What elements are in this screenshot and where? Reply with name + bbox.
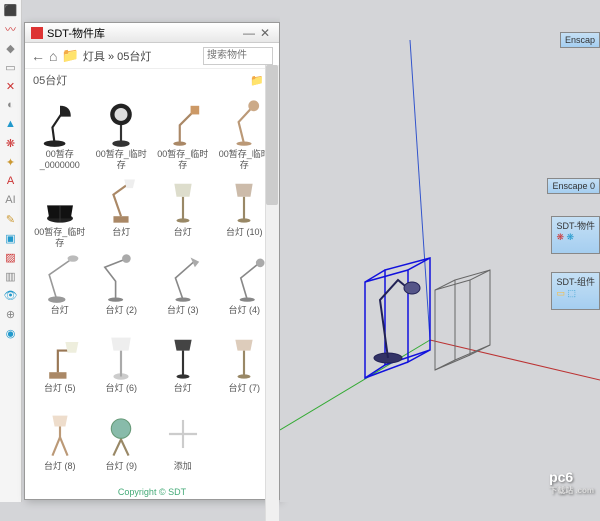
- component-thumbnail: [156, 407, 210, 461]
- component-thumbnail: [94, 95, 148, 149]
- category-row: 05台灯 📁 +: [25, 69, 279, 91]
- component-thumbnail: [217, 95, 271, 149]
- tool-icon[interactable]: 〰: [3, 21, 19, 37]
- tool-icon[interactable]: ✦: [3, 154, 19, 170]
- component-label: 台灯: [155, 227, 211, 249]
- panel-title: SDT-物件库: [47, 25, 241, 41]
- tool-icon[interactable]: ▭: [3, 59, 19, 75]
- main-toolbar-left: ⬛ 〰 ◆ ▭ ✕ ◐ ▲ ❋ ✦ A AI ✎ ▣ ▨ ▥ 👁 ⊕ ◉: [0, 0, 22, 502]
- component-cell[interactable]: 台灯: [31, 251, 89, 327]
- component-cell[interactable]: 00暂存_临时存: [31, 173, 89, 249]
- component-label: 台灯 (10): [216, 227, 272, 249]
- breadcrumb: 灯具 » 05台灯: [83, 48, 199, 64]
- tool-icon[interactable]: 👁: [3, 287, 19, 303]
- component-cell[interactable]: 00暂存_0000000: [31, 95, 89, 171]
- category-label: 05台灯: [33, 72, 67, 88]
- tool-icon[interactable]: ◉: [3, 325, 19, 341]
- component-label: 台灯 (2): [93, 305, 149, 327]
- component-label: 台灯 (3): [155, 305, 211, 327]
- component-cell[interactable]: 台灯 (2): [93, 251, 151, 327]
- thumbnail-grid: 00暂存_000000000暂存_临时存00暂存_临时存00暂存_临时存00暂存…: [25, 91, 279, 471]
- back-button[interactable]: ←: [31, 48, 45, 64]
- component-thumbnail: [33, 95, 87, 149]
- component-label: 台灯 (6): [93, 383, 149, 405]
- component-thumbnail: [156, 329, 210, 383]
- component-cell[interactable]: 台灯: [93, 173, 151, 249]
- component-thumbnail: [217, 329, 271, 383]
- tool-icon[interactable]: ▲: [3, 116, 19, 132]
- component-label: 00暂存_临时存: [32, 227, 88, 249]
- tool-icon[interactable]: ◆: [3, 40, 19, 56]
- close-button[interactable]: ✕: [257, 26, 273, 40]
- component-thumbnail: [33, 407, 87, 461]
- search-input[interactable]: [203, 47, 273, 65]
- component-label: 00暂存_临时存: [155, 149, 211, 171]
- component-cell[interactable]: 台灯 (6): [93, 329, 151, 405]
- side-tab[interactable]: SDT-物件❋ ❋: [551, 216, 600, 254]
- side-tab[interactable]: Enscap: [560, 32, 600, 48]
- component-thumbnail: [33, 251, 87, 305]
- component-label: 00暂存_临时存: [216, 149, 272, 171]
- tool-icon[interactable]: ◐: [3, 97, 19, 113]
- component-label: 台灯: [155, 383, 211, 405]
- component-label: 台灯 (4): [216, 305, 272, 327]
- component-thumbnail: [94, 407, 148, 461]
- component-thumbnail: [217, 251, 271, 305]
- component-label: 台灯: [93, 227, 149, 249]
- component-cell[interactable]: 台灯: [154, 329, 212, 405]
- component-label: 台灯 (8): [32, 461, 88, 471]
- component-label: 00暂存_0000000: [32, 149, 88, 171]
- component-thumbnail: [217, 173, 271, 227]
- side-tab[interactable]: Enscape 0: [547, 178, 600, 194]
- tool-icon[interactable]: ▨: [3, 249, 19, 265]
- component-cell[interactable]: 台灯 (9): [93, 407, 151, 471]
- home-icon[interactable]: ⌂: [49, 48, 57, 64]
- tool-icon[interactable]: A: [3, 173, 19, 189]
- watermark: pc6下载站 .com: [549, 469, 594, 496]
- component-label: 添加: [155, 461, 211, 471]
- panel-titlebar: SDT-物件库 — ✕: [25, 23, 279, 43]
- component-thumbnail: [156, 173, 210, 227]
- tool-icon[interactable]: ❋: [3, 135, 19, 151]
- tool-icon[interactable]: ▥: [3, 268, 19, 284]
- component-thumbnail: [156, 251, 210, 305]
- component-label: 台灯 (9): [93, 461, 149, 471]
- component-label: 台灯 (7): [216, 383, 272, 405]
- component-cell[interactable]: 00暂存_临时存: [154, 95, 212, 171]
- nav-row: ← ⌂ 📁 灯具 » 05台灯: [25, 43, 279, 69]
- minimize-button[interactable]: —: [241, 26, 257, 40]
- tool-icon[interactable]: ✕: [3, 78, 19, 94]
- side-tab[interactable]: SDT-组件▭ ⬚: [551, 272, 600, 310]
- tool-icon[interactable]: ✎: [3, 211, 19, 227]
- component-thumbnail: [33, 173, 87, 227]
- component-cell[interactable]: 添加: [154, 407, 212, 471]
- tool-icon[interactable]: ▣: [3, 230, 19, 246]
- component-thumbnail: [94, 251, 148, 305]
- component-label: 台灯 (5): [32, 383, 88, 405]
- tool-icon[interactable]: ⊕: [3, 306, 19, 322]
- component-cell[interactable]: 台灯: [154, 173, 212, 249]
- component-cell[interactable]: 台灯 (3): [154, 251, 212, 327]
- tool-icon[interactable]: AI: [3, 192, 19, 208]
- component-cell[interactable]: 台灯 (8): [31, 407, 89, 471]
- tool-icon[interactable]: ⬛: [3, 2, 19, 18]
- component-label: 台灯: [32, 305, 88, 327]
- app-icon: [31, 27, 43, 39]
- component-cell[interactable]: 00暂存_临时存: [93, 95, 151, 171]
- copyright-text: Copyright © SDT: [25, 487, 279, 497]
- component-thumbnail: [33, 329, 87, 383]
- component-thumbnail: [156, 95, 210, 149]
- component-thumbnail: [94, 173, 148, 227]
- component-thumbnail: [94, 329, 148, 383]
- component-cell[interactable]: 台灯 (5): [31, 329, 89, 405]
- component-library-panel: SDT-物件库 — ✕ ← ⌂ 📁 灯具 » 05台灯 05台灯 📁 + 00暂…: [24, 22, 280, 500]
- folder-icon[interactable]: 📁: [61, 47, 78, 64]
- scrollbar[interactable]: [265, 65, 279, 521]
- component-label: 00暂存_临时存: [93, 149, 149, 171]
